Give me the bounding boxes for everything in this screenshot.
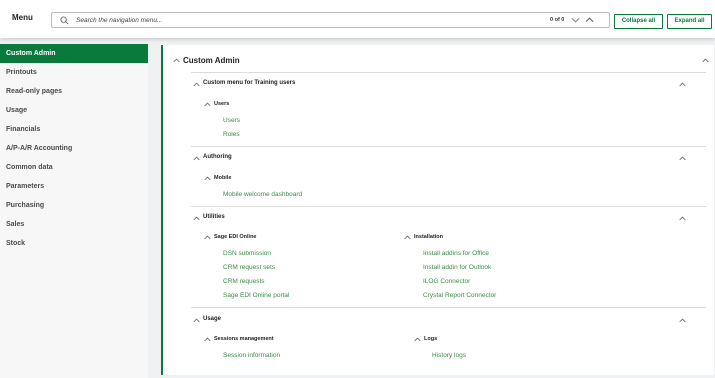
section-title: Utilities: [203, 214, 225, 220]
chevron-up-icon[interactable]: [204, 102, 211, 107]
top-bar: Menu 0 of 0 Collapse all Expand all: [0, 0, 715, 38]
link-users[interactable]: Users: [223, 117, 240, 124]
section-title: Custom menu for Training users: [203, 80, 296, 86]
link-history-logs[interactable]: History logs: [432, 352, 466, 359]
sidebar-item-usage[interactable]: Usage: [0, 101, 148, 120]
link-crm-requests[interactable]: CRM requests: [223, 278, 265, 285]
sidebar-item-custom-admin[interactable]: Custom Admin: [0, 44, 148, 63]
link-session-information[interactable]: Session information: [223, 352, 280, 359]
chevron-up-icon[interactable]: [193, 216, 200, 221]
link-dsn-submission[interactable]: DSN submission: [223, 250, 271, 257]
link-ilog-connector[interactable]: ILOG Connector: [423, 278, 470, 285]
group-title: Installation: [414, 234, 444, 240]
link-roles[interactable]: Roles: [223, 131, 240, 138]
chevron-up-icon[interactable]: [204, 337, 211, 342]
link-sage-edi-online-portal[interactable]: Sage EDI Online portal: [223, 292, 289, 299]
chevron-up-icon[interactable]: [679, 156, 686, 161]
chevron-up-icon[interactable]: [585, 16, 594, 24]
chevron-up-icon[interactable]: [404, 235, 411, 240]
chevron-up-icon[interactable]: [702, 58, 709, 63]
sidebar-item-financials[interactable]: Financials: [0, 120, 148, 139]
divider: [191, 146, 706, 147]
sidebar-item-read-only-pages[interactable]: Read-only pages: [0, 82, 148, 101]
chevron-up-icon[interactable]: [679, 82, 686, 87]
sidebar: Custom Admin Printouts Read-only pages U…: [0, 44, 148, 378]
chevron-up-icon[interactable]: [204, 235, 211, 240]
group-title: Logs: [424, 336, 438, 342]
sidebar-item-sales[interactable]: Sales: [0, 215, 148, 234]
chevron-down-icon[interactable]: [571, 16, 580, 24]
chevron-up-icon[interactable]: [204, 176, 211, 181]
search-icon: [60, 16, 69, 25]
group-title: Sessions management: [214, 336, 274, 342]
chevron-up-icon[interactable]: [193, 82, 200, 87]
chevron-up-icon[interactable]: [414, 337, 421, 342]
expand-all-button[interactable]: Expand all: [667, 14, 712, 29]
collapse-all-button[interactable]: Collapse all: [614, 14, 663, 29]
chevron-up-icon[interactable]: [193, 318, 200, 323]
sidebar-item-parameters[interactable]: Parameters: [0, 177, 148, 196]
chevron-up-icon[interactable]: [679, 318, 686, 323]
link-install-addins-office[interactable]: Install addins for Office: [423, 250, 489, 257]
divider: [191, 206, 706, 207]
sidebar-item-printouts[interactable]: Printouts: [0, 63, 148, 82]
main-panel: Custom Admin Custom menu for Training us…: [161, 45, 714, 375]
sidebar-item-stock[interactable]: Stock: [0, 234, 148, 253]
group-title: Users: [214, 101, 230, 107]
search-box[interactable]: 0 of 0: [51, 12, 610, 28]
search-count: 0 of 0: [550, 17, 565, 23]
divider: [191, 72, 706, 73]
chevron-up-icon[interactable]: [679, 216, 686, 221]
divider: [191, 307, 706, 308]
sidebar-item-purchasing[interactable]: Purchasing: [0, 196, 148, 215]
section-title: Usage: [203, 316, 222, 322]
link-crm-request-sets[interactable]: CRM request sets: [223, 264, 275, 271]
group-title: Sage EDI Online: [214, 234, 257, 240]
main-title: Custom Admin: [183, 56, 240, 65]
search-input[interactable]: [76, 13, 476, 27]
group-title: Mobile: [214, 175, 232, 181]
chevron-up-icon[interactable]: [173, 58, 180, 63]
menu-label: Menu: [12, 13, 33, 22]
link-install-addin-outlook[interactable]: Install addin for Outlook: [423, 264, 491, 271]
section-title: Authoring: [203, 154, 232, 160]
link-mobile-welcome-dashboard[interactable]: Mobile welcome dashboard: [223, 191, 302, 198]
link-crystal-report-connector[interactable]: Crystal Report Connector: [423, 292, 496, 299]
chevron-up-icon[interactable]: [193, 156, 200, 161]
sidebar-item-ap-ar-accounting[interactable]: A/P-A/R Accounting: [0, 139, 148, 158]
sidebar-item-common-data[interactable]: Common data: [0, 158, 148, 177]
